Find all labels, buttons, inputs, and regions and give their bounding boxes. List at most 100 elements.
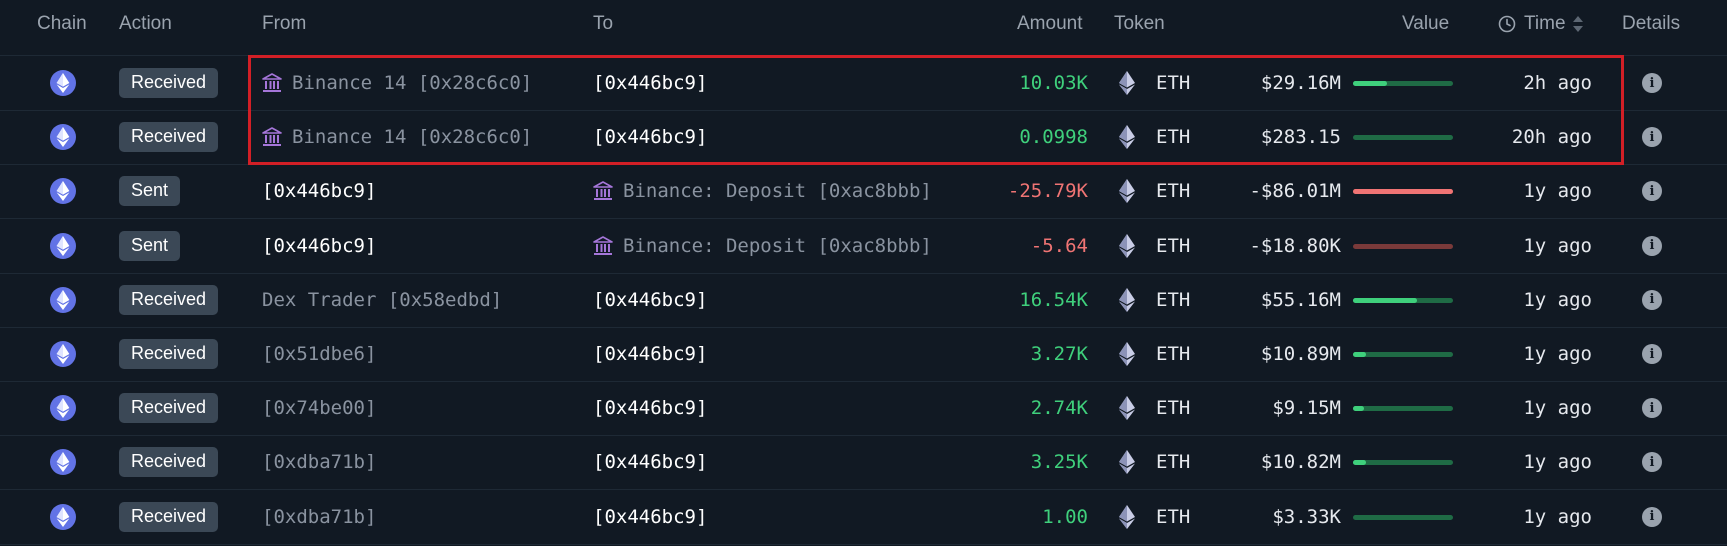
- details-cell[interactable]: i: [1642, 273, 1662, 327]
- to-address[interactable]: [0x446bc9]: [593, 110, 707, 164]
- from-address[interactable]: [0x446bc9]: [262, 164, 376, 218]
- info-icon[interactable]: i: [1642, 398, 1662, 419]
- to-address-text: [0x446bc9]: [593, 72, 708, 94]
- from-address[interactable]: [0x74be00]: [262, 381, 376, 435]
- details-cell[interactable]: i: [1642, 56, 1662, 110]
- to-address[interactable]: [0x446bc9]: [593, 435, 707, 489]
- table-row[interactable]: Received Binance 14 [0x28c6c0] [0x446bc9] 1…: [0, 56, 1727, 111]
- chain-cell[interactable]: [50, 56, 76, 110]
- token-cell[interactable]: ETH: [1156, 164, 1190, 218]
- from-address[interactable]: [0xdba71b]: [262, 490, 376, 544]
- info-icon[interactable]: i: [1642, 73, 1662, 93]
- info-icon[interactable]: i: [1642, 235, 1662, 256]
- from-address[interactable]: [0x51dbe6]: [262, 327, 376, 381]
- token-icon-cell: [1119, 273, 1135, 327]
- token-cell[interactable]: ETH: [1156, 381, 1190, 435]
- ethereum-icon: [1119, 125, 1135, 150]
- from-address[interactable]: Binance 14 [0x28c6c0]: [262, 110, 532, 164]
- amount-value: 3.25K: [1030, 451, 1088, 474]
- info-icon[interactable]: i: [1642, 344, 1662, 364]
- bank-icon: [262, 127, 282, 147]
- to-address[interactable]: [0x446bc9]: [593, 490, 707, 544]
- details-cell[interactable]: i: [1642, 164, 1662, 218]
- amount-cell: 2.74K: [1031, 381, 1088, 435]
- amount-cell: 3.25K: [1031, 435, 1088, 489]
- sort-icon[interactable]: [1572, 14, 1584, 34]
- table-row[interactable]: Received [0xdba71b] [0x446bc9] 3.25K ETH $10.…: [0, 435, 1727, 491]
- to-address[interactable]: Binance: Deposit [0xac8bbb]: [593, 164, 932, 218]
- from-address-text: Binance 14 [0x28c6c0]: [292, 126, 533, 149]
- action-badge: Received: [119, 284, 219, 315]
- table-row[interactable]: Received [0xdba71b] [0x446bc9] 1.00 ETH $3.33…: [0, 490, 1727, 545]
- ethereum-icon: [50, 178, 76, 205]
- token-cell[interactable]: ETH: [1156, 435, 1190, 489]
- value-bar: [1353, 81, 1453, 86]
- action-badge: Received: [119, 339, 219, 369]
- table-row[interactable]: Received [0x74be00] [0x446bc9] 2.74K ETH $9.1…: [0, 381, 1727, 437]
- value-bar-fill: [1353, 352, 1366, 357]
- chain-cell[interactable]: [50, 273, 76, 327]
- token-cell[interactable]: ETH: [1156, 219, 1190, 273]
- token-icon-cell: [1119, 56, 1135, 110]
- table-row[interactable]: Received Binance 14 [0x28c6c0] [0x446bc9] 0…: [0, 110, 1727, 166]
- to-address[interactable]: [0x446bc9]: [593, 56, 707, 110]
- chain-cell[interactable]: [50, 490, 76, 544]
- header-to: To: [593, 13, 614, 34]
- info-icon[interactable]: i: [1642, 452, 1662, 473]
- chain-cell[interactable]: [50, 435, 76, 489]
- token-cell[interactable]: ETH: [1156, 327, 1190, 381]
- from-address[interactable]: [0xdba71b]: [262, 435, 376, 489]
- info-icon[interactable]: i: [1642, 506, 1662, 527]
- info-icon[interactable]: i: [1642, 289, 1662, 310]
- info-icon[interactable]: i: [1642, 181, 1662, 202]
- action-cell: Received: [119, 435, 219, 489]
- to-address[interactable]: Binance: Deposit [0xac8bbb]: [593, 219, 932, 273]
- to-address-text: [0x446bc9]: [593, 288, 708, 311]
- chain-cell[interactable]: [50, 381, 76, 435]
- chain-cell[interactable]: [50, 327, 76, 381]
- chain-cell[interactable]: [50, 164, 76, 218]
- value-cell: $10.82M: [1261, 435, 1341, 489]
- chain-cell[interactable]: [50, 219, 76, 273]
- details-cell[interactable]: i: [1642, 490, 1662, 544]
- token-cell[interactable]: ETH: [1156, 56, 1190, 110]
- amount-value: 0.0998: [1019, 126, 1088, 149]
- header-amount: Amount: [1017, 13, 1083, 34]
- to-address[interactable]: [0x446bc9]: [593, 381, 707, 435]
- from-address-text: [0xdba71b]: [262, 451, 377, 474]
- time-cell: 1y ago: [1523, 273, 1592, 327]
- value-bar: [1353, 514, 1453, 520]
- value-amount: $29.16M: [1260, 72, 1341, 94]
- token-cell[interactable]: ETH: [1156, 490, 1190, 544]
- token-cell[interactable]: ETH: [1156, 273, 1190, 327]
- info-icon[interactable]: i: [1642, 127, 1662, 148]
- token-cell[interactable]: ETH: [1156, 110, 1190, 164]
- from-address[interactable]: Dex Trader [0x58edbd]: [262, 273, 502, 327]
- from-address[interactable]: Binance 14 [0x28c6c0]: [262, 56, 532, 110]
- to-address[interactable]: [0x446bc9]: [593, 327, 707, 381]
- time-cell: 1y ago: [1523, 381, 1592, 435]
- details-cell[interactable]: i: [1642, 327, 1662, 381]
- value-bar-fill: [1353, 81, 1387, 86]
- header-time[interactable]: Time: [1498, 13, 1584, 35]
- from-address[interactable]: [0x446bc9]: [262, 219, 376, 273]
- details-cell[interactable]: i: [1642, 435, 1662, 489]
- value-cell: -$86.01M: [1249, 164, 1341, 218]
- chain-cell[interactable]: [50, 110, 76, 164]
- to-address-text: [0x446bc9]: [593, 343, 708, 365]
- ethereum-icon: [50, 395, 76, 422]
- action-cell: Received: [119, 273, 219, 327]
- to-address[interactable]: [0x446bc9]: [593, 273, 707, 327]
- amount-value: -5.64: [1030, 234, 1088, 257]
- ethereum-icon: [50, 341, 76, 367]
- table-row[interactable]: Received [0x51dbe6] [0x446bc9] 3.27K ETH $10.…: [0, 327, 1727, 382]
- details-cell[interactable]: i: [1642, 110, 1662, 164]
- table-row[interactable]: Received Dex Trader [0x58edbd] [0x446bc9] 1…: [0, 273, 1727, 328]
- ethereum-icon: [1119, 450, 1135, 475]
- details-cell[interactable]: i: [1642, 219, 1662, 273]
- details-cell[interactable]: i: [1642, 381, 1662, 435]
- token-symbol: ETH: [1156, 451, 1191, 474]
- table-row[interactable]: Sent [0x446bc9] Binance: Deposit [0xac8bbb…: [0, 219, 1727, 274]
- table-row[interactable]: Sent [0x446bc9] Binance: Deposit [0xac8bbb…: [0, 164, 1727, 220]
- bank-icon: [593, 235, 613, 256]
